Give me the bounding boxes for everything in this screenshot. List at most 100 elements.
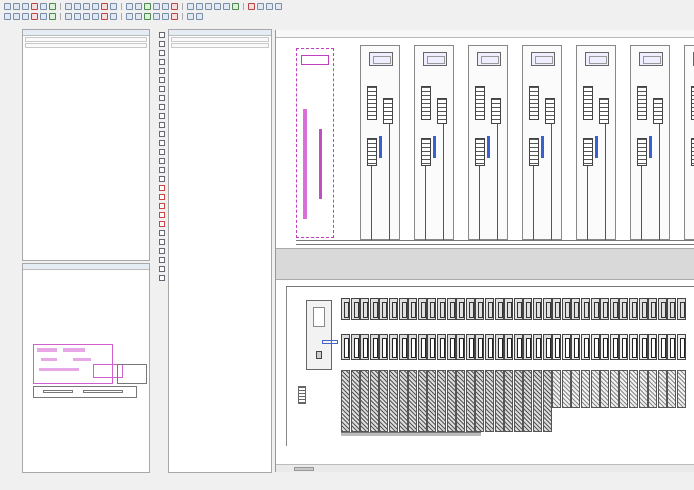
tool-icon[interactable]: [158, 212, 165, 218]
io-module[interactable]: [677, 298, 686, 446]
print-icon[interactable]: [31, 3, 38, 10]
servo-drive[interactable]: [468, 45, 508, 241]
tool-icon[interactable]: [158, 86, 165, 92]
device-icon[interactable]: [232, 3, 239, 10]
copy-icon[interactable]: [74, 3, 81, 10]
tool-icon[interactable]: [158, 68, 165, 74]
io-module[interactable]: [408, 298, 418, 446]
help-icon[interactable]: [275, 3, 282, 10]
arc-icon[interactable]: [171, 13, 178, 20]
layer-icon[interactable]: [101, 13, 108, 20]
dimension-icon[interactable]: [153, 13, 160, 20]
connector-icon[interactable]: [223, 3, 230, 10]
io-module[interactable]: [398, 298, 408, 446]
io-module[interactable]: [542, 298, 552, 446]
device-filter[interactable]: [171, 37, 269, 42]
open-icon[interactable]: [13, 3, 20, 10]
text-icon[interactable]: [162, 3, 169, 10]
align-right-icon[interactable]: [49, 13, 56, 20]
replace-icon[interactable]: [135, 13, 142, 20]
redo-icon[interactable]: [49, 3, 56, 10]
io-module[interactable]: [638, 298, 648, 446]
io-module[interactable]: [657, 298, 667, 446]
pan-icon[interactable]: [13, 13, 20, 20]
group-icon[interactable]: [83, 13, 90, 20]
line-icon[interactable]: [144, 3, 151, 10]
io-module[interactable]: [379, 298, 389, 446]
io-module[interactable]: [581, 298, 590, 446]
scroll-thumb[interactable]: [294, 467, 314, 471]
io-module[interactable]: [341, 298, 350, 446]
io-module[interactable]: [523, 298, 533, 446]
cut-icon[interactable]: [65, 3, 72, 10]
undo-icon[interactable]: [40, 3, 47, 10]
project-filter[interactable]: [25, 37, 147, 42]
align-bottom-icon[interactable]: [74, 13, 81, 20]
io-module[interactable]: [475, 298, 485, 446]
cable-icon[interactable]: [214, 3, 221, 10]
io-module[interactable]: [360, 298, 370, 446]
tool-icon[interactable]: [158, 203, 165, 209]
tool-icon[interactable]: [158, 275, 165, 281]
io-module[interactable]: [437, 298, 446, 446]
tool-icon[interactable]: [158, 257, 165, 263]
io-module[interactable]: [350, 298, 360, 446]
io-module[interactable]: [600, 298, 610, 446]
io-module[interactable]: [513, 298, 523, 446]
servo-drive[interactable]: [684, 45, 694, 240]
circle-icon[interactable]: [187, 13, 194, 20]
symbol-icon[interactable]: [171, 3, 178, 10]
tool-icon[interactable]: [158, 149, 165, 155]
tool-icon[interactable]: [158, 41, 165, 47]
find-icon[interactable]: [126, 13, 133, 20]
rect-icon[interactable]: [153, 3, 160, 10]
tool-icon[interactable]: [158, 140, 165, 146]
align-left-icon[interactable]: [40, 13, 47, 20]
ungroup-icon[interactable]: [92, 13, 99, 20]
device-search-field[interactable]: [171, 43, 269, 48]
terminal-icon[interactable]: [205, 3, 212, 10]
io-module[interactable]: [369, 298, 379, 446]
io-module[interactable]: [561, 298, 571, 446]
snap-icon[interactable]: [135, 3, 142, 10]
plc-icon[interactable]: [248, 3, 255, 10]
tool-icon[interactable]: [158, 221, 165, 227]
tool-icon[interactable]: [158, 239, 165, 245]
wire-icon[interactable]: [187, 3, 194, 10]
check-icon[interactable]: [266, 3, 273, 10]
io-module[interactable]: [465, 298, 475, 446]
tool-icon[interactable]: [158, 32, 165, 38]
align-top-icon[interactable]: [65, 13, 72, 20]
tool-icon[interactable]: [158, 176, 165, 182]
mirror-icon[interactable]: [31, 13, 38, 20]
io-module[interactable]: [648, 298, 658, 446]
io-module[interactable]: [619, 298, 629, 446]
polyline-icon[interactable]: [196, 13, 203, 20]
io-module[interactable]: [485, 298, 494, 446]
io-module[interactable]: [533, 298, 542, 446]
tool-icon[interactable]: [158, 77, 165, 83]
hatch-icon[interactable]: [162, 13, 169, 20]
servo-drive[interactable]: [522, 45, 562, 241]
io-module[interactable]: [590, 298, 600, 446]
io-module[interactable]: [571, 298, 581, 446]
schematic-canvas[interactable]: [275, 30, 694, 472]
tool-icon[interactable]: [158, 59, 165, 65]
measure-icon[interactable]: [144, 13, 151, 20]
rotate-icon[interactable]: [22, 13, 29, 20]
io-module[interactable]: [494, 298, 504, 446]
tool-icon[interactable]: [158, 230, 165, 236]
tool-icon[interactable]: [158, 248, 165, 254]
io-module[interactable]: [417, 298, 427, 446]
tool-icon[interactable]: [158, 167, 165, 173]
io-module[interactable]: [389, 298, 398, 446]
tool-icon[interactable]: [158, 95, 165, 101]
report-icon[interactable]: [257, 3, 264, 10]
plc-cpu[interactable]: [306, 300, 332, 370]
grid-icon[interactable]: [126, 3, 133, 10]
io-module[interactable]: [629, 298, 638, 446]
zoom-out-icon[interactable]: [101, 3, 108, 10]
servo-drive[interactable]: [576, 45, 616, 241]
bus-icon[interactable]: [196, 3, 203, 10]
io-module[interactable]: [456, 298, 466, 446]
